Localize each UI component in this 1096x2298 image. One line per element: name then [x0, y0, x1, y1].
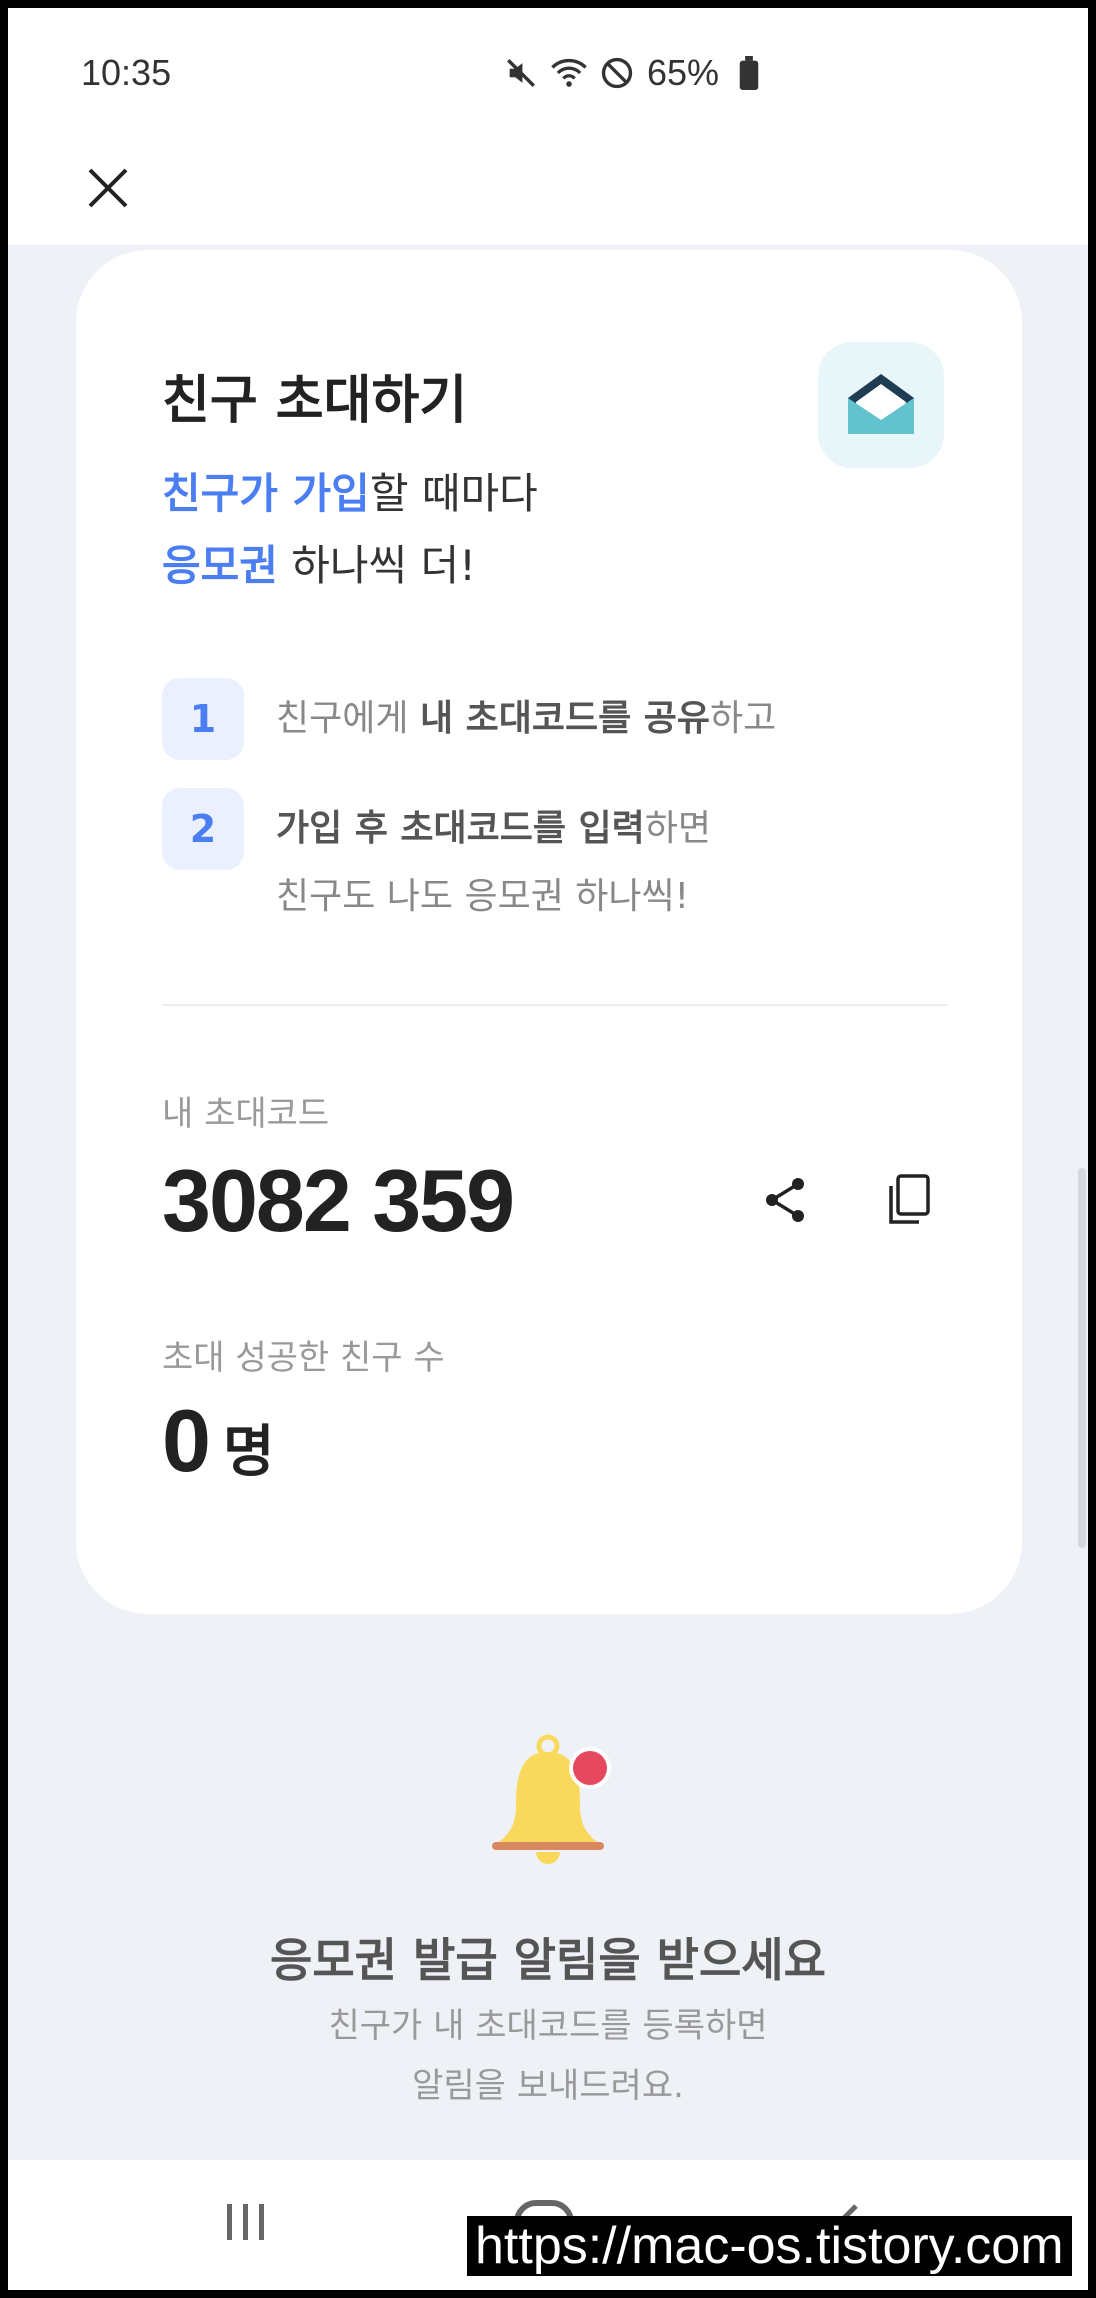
app-bar	[8, 130, 1088, 245]
step-number: 2	[162, 788, 244, 870]
invite-count-unit: 명	[222, 1420, 275, 1485]
invite-code-label: 내 초대코드	[162, 1094, 330, 1134]
invite-count: 0 명	[162, 1390, 274, 1492]
subtitle-text-2: 하나씩 더!	[277, 541, 477, 590]
step-text: 친구에게 내 초대코드를 공유하고	[276, 698, 777, 739]
copy-icon	[889, 1174, 930, 1224]
invite-subtitle: 친구가 가입할 때마다 응모권 하나씩 더!	[162, 458, 538, 602]
share-button[interactable]	[756, 1170, 816, 1230]
envelope-badge	[818, 342, 944, 468]
invite-count-label: 초대 성공한 친구 수	[162, 1338, 445, 1378]
status-icons: 65%	[503, 52, 767, 94]
scrollbar[interactable]	[1078, 1168, 1086, 1548]
status-bar: 10:35 65%	[8, 8, 1088, 130]
status-time: 10:35	[81, 52, 172, 93]
bell-icon	[486, 1734, 616, 1874]
invite-card: 친구 초대하기 친구가 가입할 때마다 응모권 하나씩 더! 1 친구에게 내 …	[76, 250, 1022, 1614]
recent-apps-icon[interactable]	[223, 2202, 269, 2242]
watermark: https://mac-os.tistory.com	[467, 2216, 1072, 2276]
mute-icon	[503, 55, 539, 91]
battery-icon	[731, 55, 767, 91]
subtitle-highlight-1: 친구가 가입	[162, 469, 370, 518]
envelope-icon	[848, 374, 914, 434]
copy-button[interactable]	[879, 1170, 939, 1230]
step-1: 1 친구에게 내 초대코드를 공유하고	[162, 678, 776, 760]
do-not-disturb-icon	[599, 55, 635, 91]
step-number: 1	[162, 678, 244, 760]
subtitle-text-1: 할 때마다	[369, 469, 538, 518]
step-text: 가입 후 초대코드를 입력하면 친구도 나도 응모권 하나씩!	[276, 808, 712, 917]
close-button[interactable]	[78, 158, 138, 218]
notification-title: 응모권 발급 알림을 받으세요	[270, 1933, 826, 1987]
notification-description: 친구가 내 초대코드를 등록하면 알림을 보내드려요.	[328, 2006, 768, 2106]
divider	[162, 1004, 948, 1006]
invite-code-value: 3082 359	[162, 1151, 515, 1250]
subtitle-highlight-2: 응모권	[162, 541, 278, 590]
share-icon	[766, 1178, 804, 1222]
invite-title: 친구 초대하기	[162, 371, 468, 431]
battery-percent: 65%	[647, 52, 720, 93]
step-2: 2 가입 후 초대코드를 입력하면 친구도 나도 응모권 하나씩!	[162, 788, 711, 931]
close-icon	[88, 168, 128, 208]
screen: 10:35 65% 친구 초대하기 친구가 가입할 때마다 응모권 하나씩 더!	[8, 8, 1088, 2290]
wifi-icon	[551, 55, 587, 91]
invite-count-number: 0	[162, 1391, 211, 1490]
